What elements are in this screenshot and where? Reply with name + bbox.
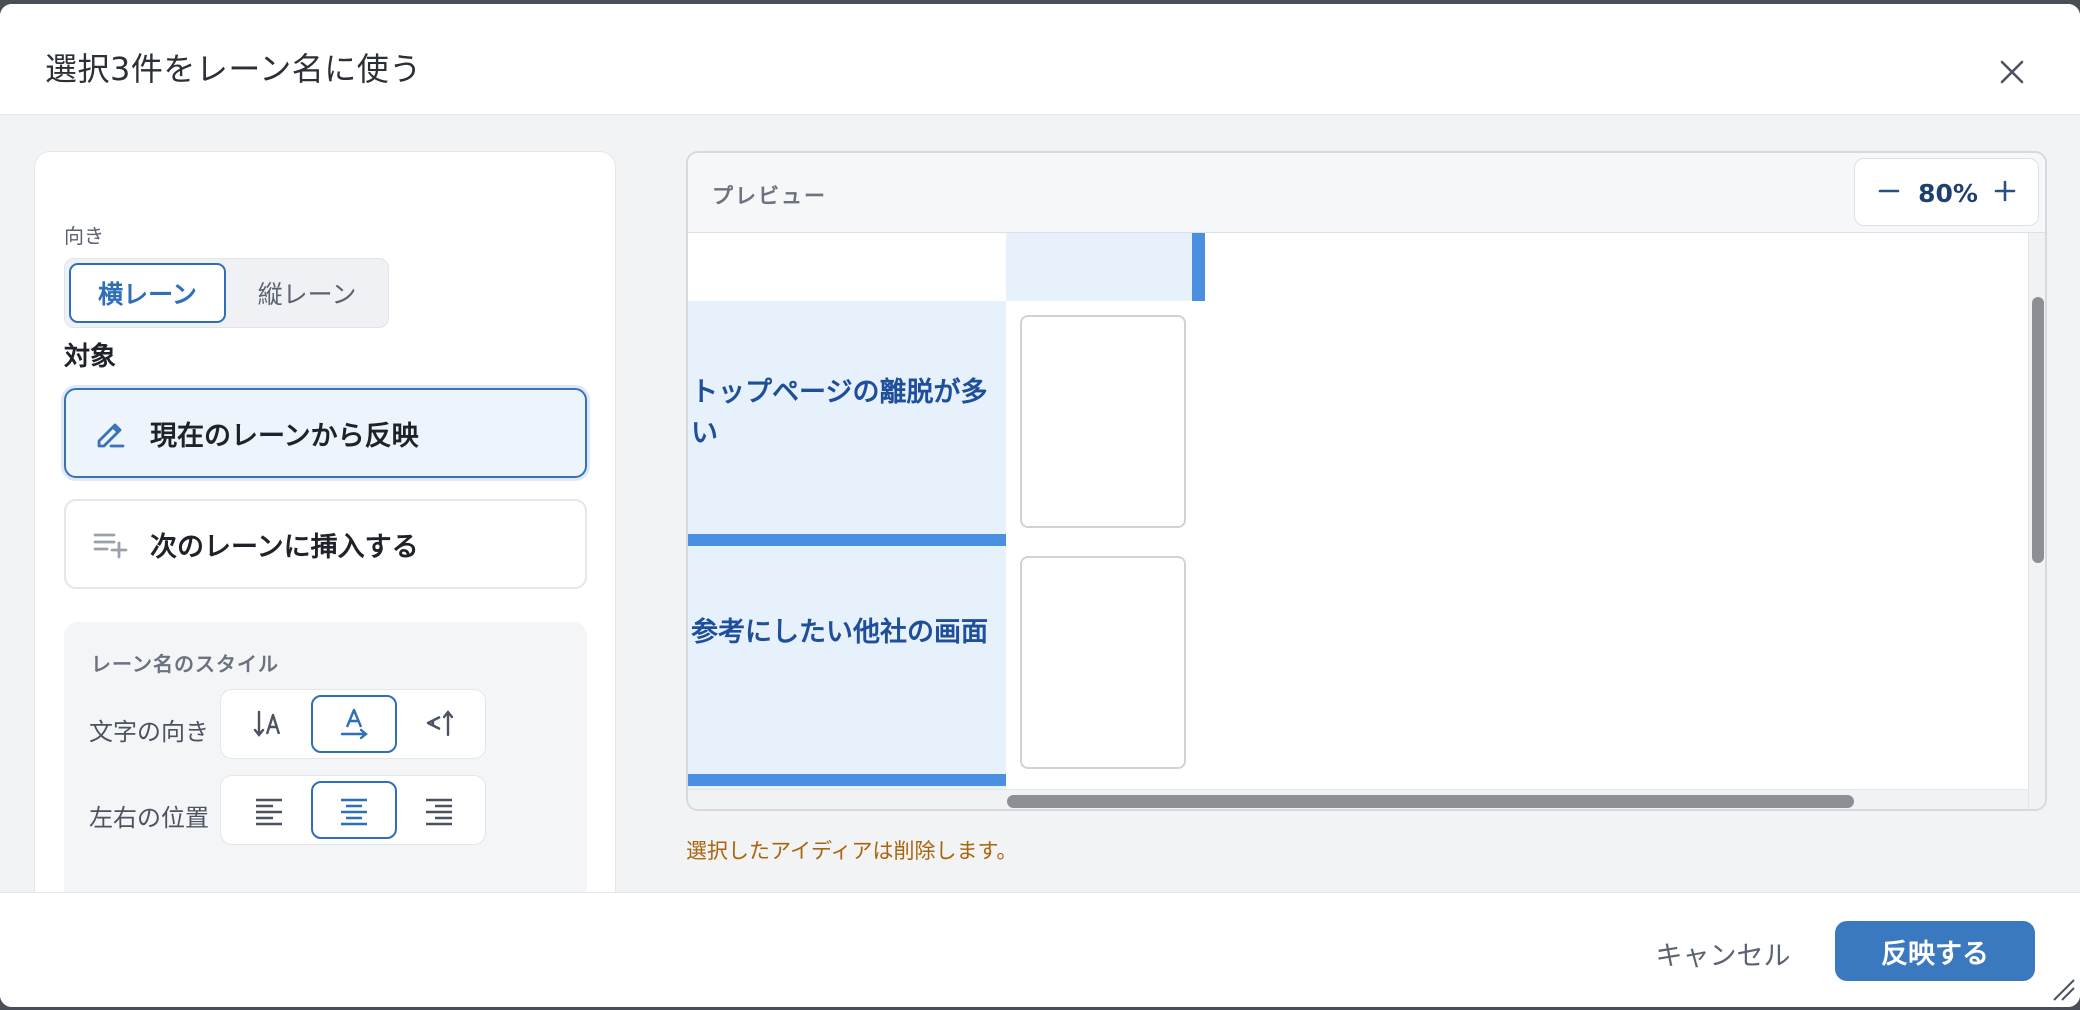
cancel-button[interactable]: キャンセル [1648,923,1798,983]
idea-card[interactable] [1020,315,1186,528]
lane-header-2[interactable]: 参考にしたい他社の画面 [688,546,1006,774]
text-direction-label: 文字の向き [89,718,209,746]
dialog-title: 選択3件をレーン名に使う [45,50,422,88]
horizontal-position-group [220,775,486,845]
close-button[interactable] [1990,50,2034,94]
lane-style-section: レーン名のスタイル 文字の向き 左右の位置 [64,622,587,892]
zoom-level: 80% [1918,179,1978,208]
list-add-icon [92,526,128,562]
apply-button[interactable]: 反映する [1835,921,2035,981]
zoom-in-button[interactable] [1983,169,2027,213]
target-option-current-lane[interactable]: 現在のレーンから反映 [64,388,587,478]
lane-preview-canvas: トップページの離脱が多い 参考にしたい他社の画面 三つ目のレーン [688,233,2028,809]
align-right-button[interactable] [396,781,482,839]
target-option-insert-next-lane[interactable]: 次のレーンに挿入する [64,499,587,589]
lane-name-1: トップページの離脱が多い [691,377,988,449]
pencil-edit-icon [92,415,128,451]
text-direction-vertical-up-button[interactable] [396,695,482,753]
vertical-text-down-icon [253,710,281,737]
target-option-current-lane-label: 現在のレーンから反映 [150,420,419,452]
preview-header: プレビュー 80% [688,153,2045,233]
target-label: 対象 [64,342,117,372]
horizontal-position-label: 左右の位置 [89,804,209,832]
top-lane-divider [1192,233,1205,301]
text-direction-horizontal-button[interactable] [311,695,397,753]
horizontal-scroll-thumb[interactable] [1007,795,1854,808]
plus-icon [1994,180,2016,202]
lane-name-dialog: 選択3件をレーン名に使う 向き 横レーン 縦レーン 対象 現在のレーンから反映 … [0,4,2080,1007]
lane-name-2: 参考にしたい他社の画面 [691,617,988,648]
vertical-text-up-icon [426,710,454,737]
dialog-body: 向き 横レーン 縦レーン 対象 現在のレーンから反映 次のレーンに挿入する レー… [0,115,2080,892]
lane-divider [688,774,1006,786]
preview-label: プレビュー [712,184,827,208]
text-direction-vertical-down-button[interactable] [226,695,312,753]
vertical-scroll-thumb[interactable] [2032,297,2044,563]
align-left-button[interactable] [226,781,312,839]
minus-icon [1878,189,1900,193]
dialog-footer: キャンセル 反映する [0,892,2080,1007]
text-direction-group [220,689,486,759]
lane-header-1[interactable]: トップページの離脱が多い [688,301,1006,534]
vertical-lane-option[interactable]: 縦レーン [230,263,384,323]
preview-panel: プレビュー 80% トップページの離脱が多い 参考にしたい他社の画面 [686,151,2047,811]
align-right-icon [426,798,452,826]
close-icon [2000,60,2024,84]
target-option-insert-next-lane-label: 次のレーンに挿入する [150,531,419,563]
lane-style-title: レーン名のスタイル [91,652,279,676]
resize-grip-icon[interactable] [2050,976,2076,1002]
horizontal-lane-option[interactable]: 横レーン [69,263,226,323]
align-center-button[interactable] [311,781,397,839]
settings-panel: 向き 横レーン 縦レーン 対象 現在のレーンから反映 次のレーンに挿入する レー… [34,151,616,892]
idea-card[interactable] [1020,556,1186,769]
zoom-out-button[interactable] [1867,169,1911,213]
delete-warning: 選択したアイディアは削除します。 [686,839,1018,863]
dialog-header: 選択3件をレーン名に使う [0,4,2080,115]
zoom-control: 80% [1854,158,2039,226]
horizontal-text-icon [340,708,368,740]
align-center-icon [341,798,367,826]
lane-divider [688,534,1006,546]
top-lane-cell [1006,233,1192,301]
orientation-toggle: 横レーン 縦レーン [64,258,389,328]
orientation-label: 向き [64,224,104,248]
align-left-icon [256,798,282,826]
